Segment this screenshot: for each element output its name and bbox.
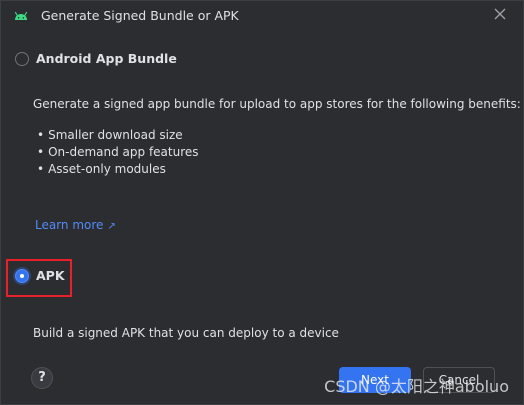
learn-more-label[interactable]: Learn more <box>35 218 103 232</box>
apk-description: Build a signed APK that you can deploy t… <box>33 326 339 340</box>
radio-apk[interactable] <box>15 269 29 283</box>
list-item: On-demand app features <box>37 144 198 161</box>
radio-android-app-bundle[interactable] <box>15 52 29 66</box>
learn-more-link[interactable]: Learn more ↗ <box>35 218 116 232</box>
bundle-benefits-list: Smaller download size On-demand app feat… <box>37 127 199 178</box>
dialog-title: Generate Signed Bundle or APK <box>41 8 239 23</box>
cancel-button[interactable]: Cancel <box>423 367 495 393</box>
list-item: Smaller download size <box>37 127 199 144</box>
help-button[interactable]: ? <box>31 367 53 389</box>
next-button[interactable]: Next <box>339 367 411 393</box>
android-icon <box>14 11 28 20</box>
title-bar: Generate Signed Bundle or APK <box>1 1 523 31</box>
external-link-icon: ↗ <box>107 221 116 232</box>
bundle-description: Generate a signed app bundle for upload … <box>33 97 521 111</box>
list-item: Asset-only modules <box>37 161 199 178</box>
option-label-apk[interactable]: APK <box>36 268 65 283</box>
close-icon[interactable] <box>493 7 507 21</box>
option-label-android-app-bundle[interactable]: Android App Bundle <box>36 51 177 66</box>
generate-signed-bundle-dialog: Generate Signed Bundle or APK Android Ap… <box>0 0 524 405</box>
